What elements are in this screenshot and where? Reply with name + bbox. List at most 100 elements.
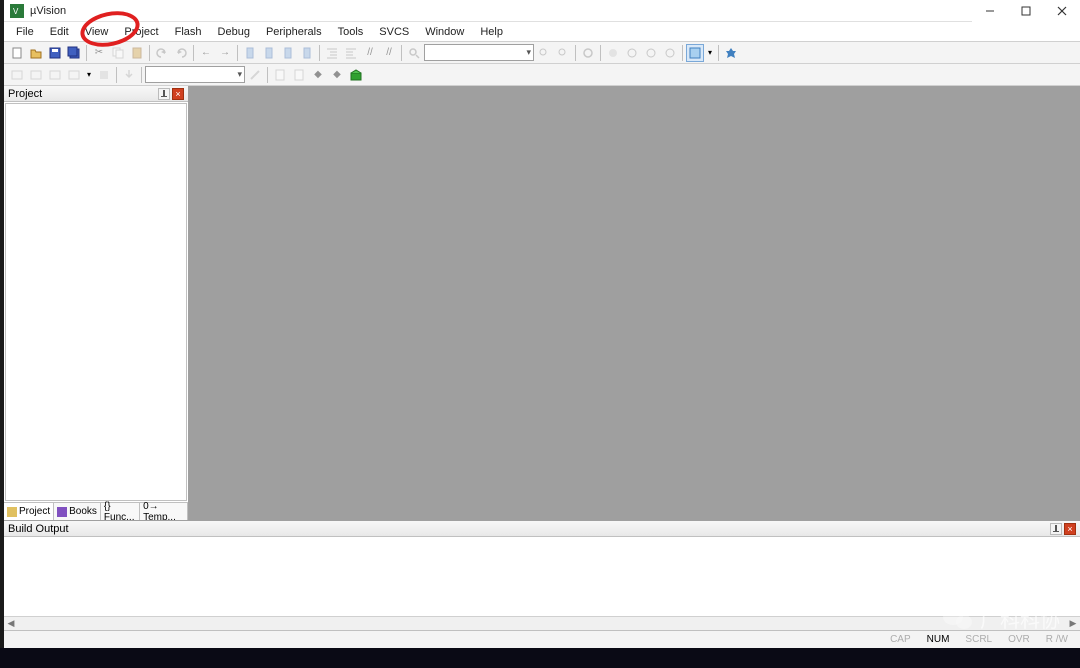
project-tree[interactable] — [5, 103, 187, 501]
project-panel-tabs: Project Books {} Func... 0→ Temp... — [4, 502, 188, 520]
target-combo[interactable]: ▾ — [145, 66, 245, 83]
build-output-body[interactable]: ◀ ▶ — [4, 537, 1080, 630]
toolbar-main: ✂ ← → // // ▾ ▾ — [4, 42, 1080, 64]
menubar: File Edit View Project Flash Debug Perip… — [4, 22, 1080, 42]
build-scrollbar[interactable]: ◀ ▶ — [4, 616, 1080, 630]
titlebar: V µVision — [4, 0, 1080, 22]
rebuild-button[interactable] — [46, 66, 64, 84]
menu-flash[interactable]: Flash — [167, 24, 210, 40]
pack-installer-button[interactable] — [347, 66, 365, 84]
batch-dropdown[interactable]: ▾ — [84, 66, 94, 84]
svg-text:V: V — [13, 7, 19, 16]
menu-tools[interactable]: Tools — [330, 24, 372, 40]
translate-button[interactable] — [8, 66, 26, 84]
statusbar: CAP NUM SCRL OVR R /W — [4, 630, 1080, 648]
nav-back-button[interactable]: ← — [197, 44, 215, 62]
build-button[interactable] — [27, 66, 45, 84]
build-output-panel: Build Output × ◀ ▶ — [4, 520, 1080, 630]
select-button[interactable]: ◆ — [309, 66, 327, 84]
breakpoint-disable-button[interactable] — [642, 44, 660, 62]
bookmark-prev-button[interactable] — [260, 44, 278, 62]
separator — [682, 45, 683, 61]
manage-button[interactable] — [290, 66, 308, 84]
bookmark-button[interactable] — [241, 44, 259, 62]
select2-button[interactable]: ◆ — [328, 66, 346, 84]
tab-functions[interactable]: {} Func... — [101, 503, 140, 520]
save-all-button[interactable] — [65, 44, 83, 62]
cut-button[interactable]: ✂ — [90, 44, 108, 62]
scroll-left-icon[interactable]: ◀ — [4, 618, 18, 629]
find-combo[interactable]: ▾ — [424, 44, 534, 61]
save-button[interactable] — [46, 44, 64, 62]
bottom-strip — [0, 648, 1080, 668]
close-button[interactable] — [1044, 0, 1080, 22]
project-window-button[interactable] — [686, 44, 704, 62]
build-output-title: Build Output — [8, 523, 1048, 535]
comment-button[interactable]: // — [361, 44, 379, 62]
separator — [319, 45, 320, 61]
tab-templates[interactable]: 0→ Temp... — [140, 503, 188, 520]
toolbar-build: ▾ ▾ ◆ ◆ — [4, 64, 1080, 86]
bookmark-next-button[interactable] — [279, 44, 297, 62]
separator — [141, 67, 142, 83]
stop-build-button[interactable] — [95, 66, 113, 84]
menu-project[interactable]: Project — [116, 24, 166, 40]
uncomment-button[interactable]: // — [380, 44, 398, 62]
separator — [401, 45, 402, 61]
menu-debug[interactable]: Debug — [210, 24, 258, 40]
menu-window[interactable]: Window — [417, 24, 472, 40]
main-window: V µVision File Edit View Project Flash D… — [4, 0, 1080, 648]
find-button[interactable] — [405, 44, 423, 62]
new-file-button[interactable] — [8, 44, 26, 62]
download-button[interactable] — [120, 66, 138, 84]
menu-view[interactable]: View — [77, 24, 117, 40]
menu-help[interactable]: Help — [472, 24, 511, 40]
undo-button[interactable] — [153, 44, 171, 62]
menu-file[interactable]: File — [8, 24, 42, 40]
tab-project-label: Project — [19, 506, 50, 517]
tab-project[interactable]: Project — [4, 503, 54, 520]
outdent-button[interactable] — [342, 44, 360, 62]
status-ovr: OVR — [1004, 634, 1034, 645]
project-window-dropdown[interactable]: ▾ — [705, 44, 715, 62]
status-num: NUM — [923, 634, 954, 645]
breakpoint-enable-button[interactable] — [623, 44, 641, 62]
status-scrl: SCRL — [961, 634, 996, 645]
status-rw: R /W — [1042, 634, 1072, 645]
main-area: Project × Project Books {} Func... 0→ Te… — [4, 86, 1080, 520]
paste-button[interactable] — [128, 44, 146, 62]
project-panel: Project × Project Books {} Func... 0→ Te… — [4, 86, 189, 520]
build-pin-button[interactable] — [1050, 523, 1062, 535]
redo-button[interactable] — [172, 44, 190, 62]
file-ext-button[interactable] — [271, 66, 289, 84]
build-close-button[interactable]: × — [1064, 523, 1076, 535]
minimize-button[interactable] — [972, 0, 1008, 22]
breakpoint-button[interactable] — [604, 44, 622, 62]
find-in-files-button[interactable] — [535, 44, 553, 62]
scroll-right-icon[interactable]: ▶ — [1066, 618, 1080, 629]
maximize-button[interactable] — [1008, 0, 1044, 22]
copy-button[interactable] — [109, 44, 127, 62]
menu-edit[interactable]: Edit — [42, 24, 77, 40]
incremental-find-button[interactable] — [554, 44, 572, 62]
indent-button[interactable] — [323, 44, 341, 62]
configure-button[interactable] — [722, 44, 740, 62]
panel-close-button[interactable]: × — [172, 88, 184, 100]
build-output-header: Build Output × — [4, 521, 1080, 537]
open-file-button[interactable] — [27, 44, 45, 62]
debug-button[interactable] — [579, 44, 597, 62]
separator — [267, 67, 268, 83]
separator — [86, 45, 87, 61]
nav-forward-button[interactable]: → — [216, 44, 234, 62]
separator — [600, 45, 601, 61]
menu-peripherals[interactable]: Peripherals — [258, 24, 330, 40]
menu-svcs[interactable]: SVCS — [371, 24, 417, 40]
batch-build-button[interactable] — [65, 66, 83, 84]
panel-pin-button[interactable] — [158, 88, 170, 100]
bookmark-clear-button[interactable] — [298, 44, 316, 62]
tab-books[interactable]: Books — [54, 503, 101, 520]
breakpoint-kill-button[interactable] — [661, 44, 679, 62]
status-cap: CAP — [886, 634, 915, 645]
separator — [193, 45, 194, 61]
target-options-button[interactable] — [246, 66, 264, 84]
